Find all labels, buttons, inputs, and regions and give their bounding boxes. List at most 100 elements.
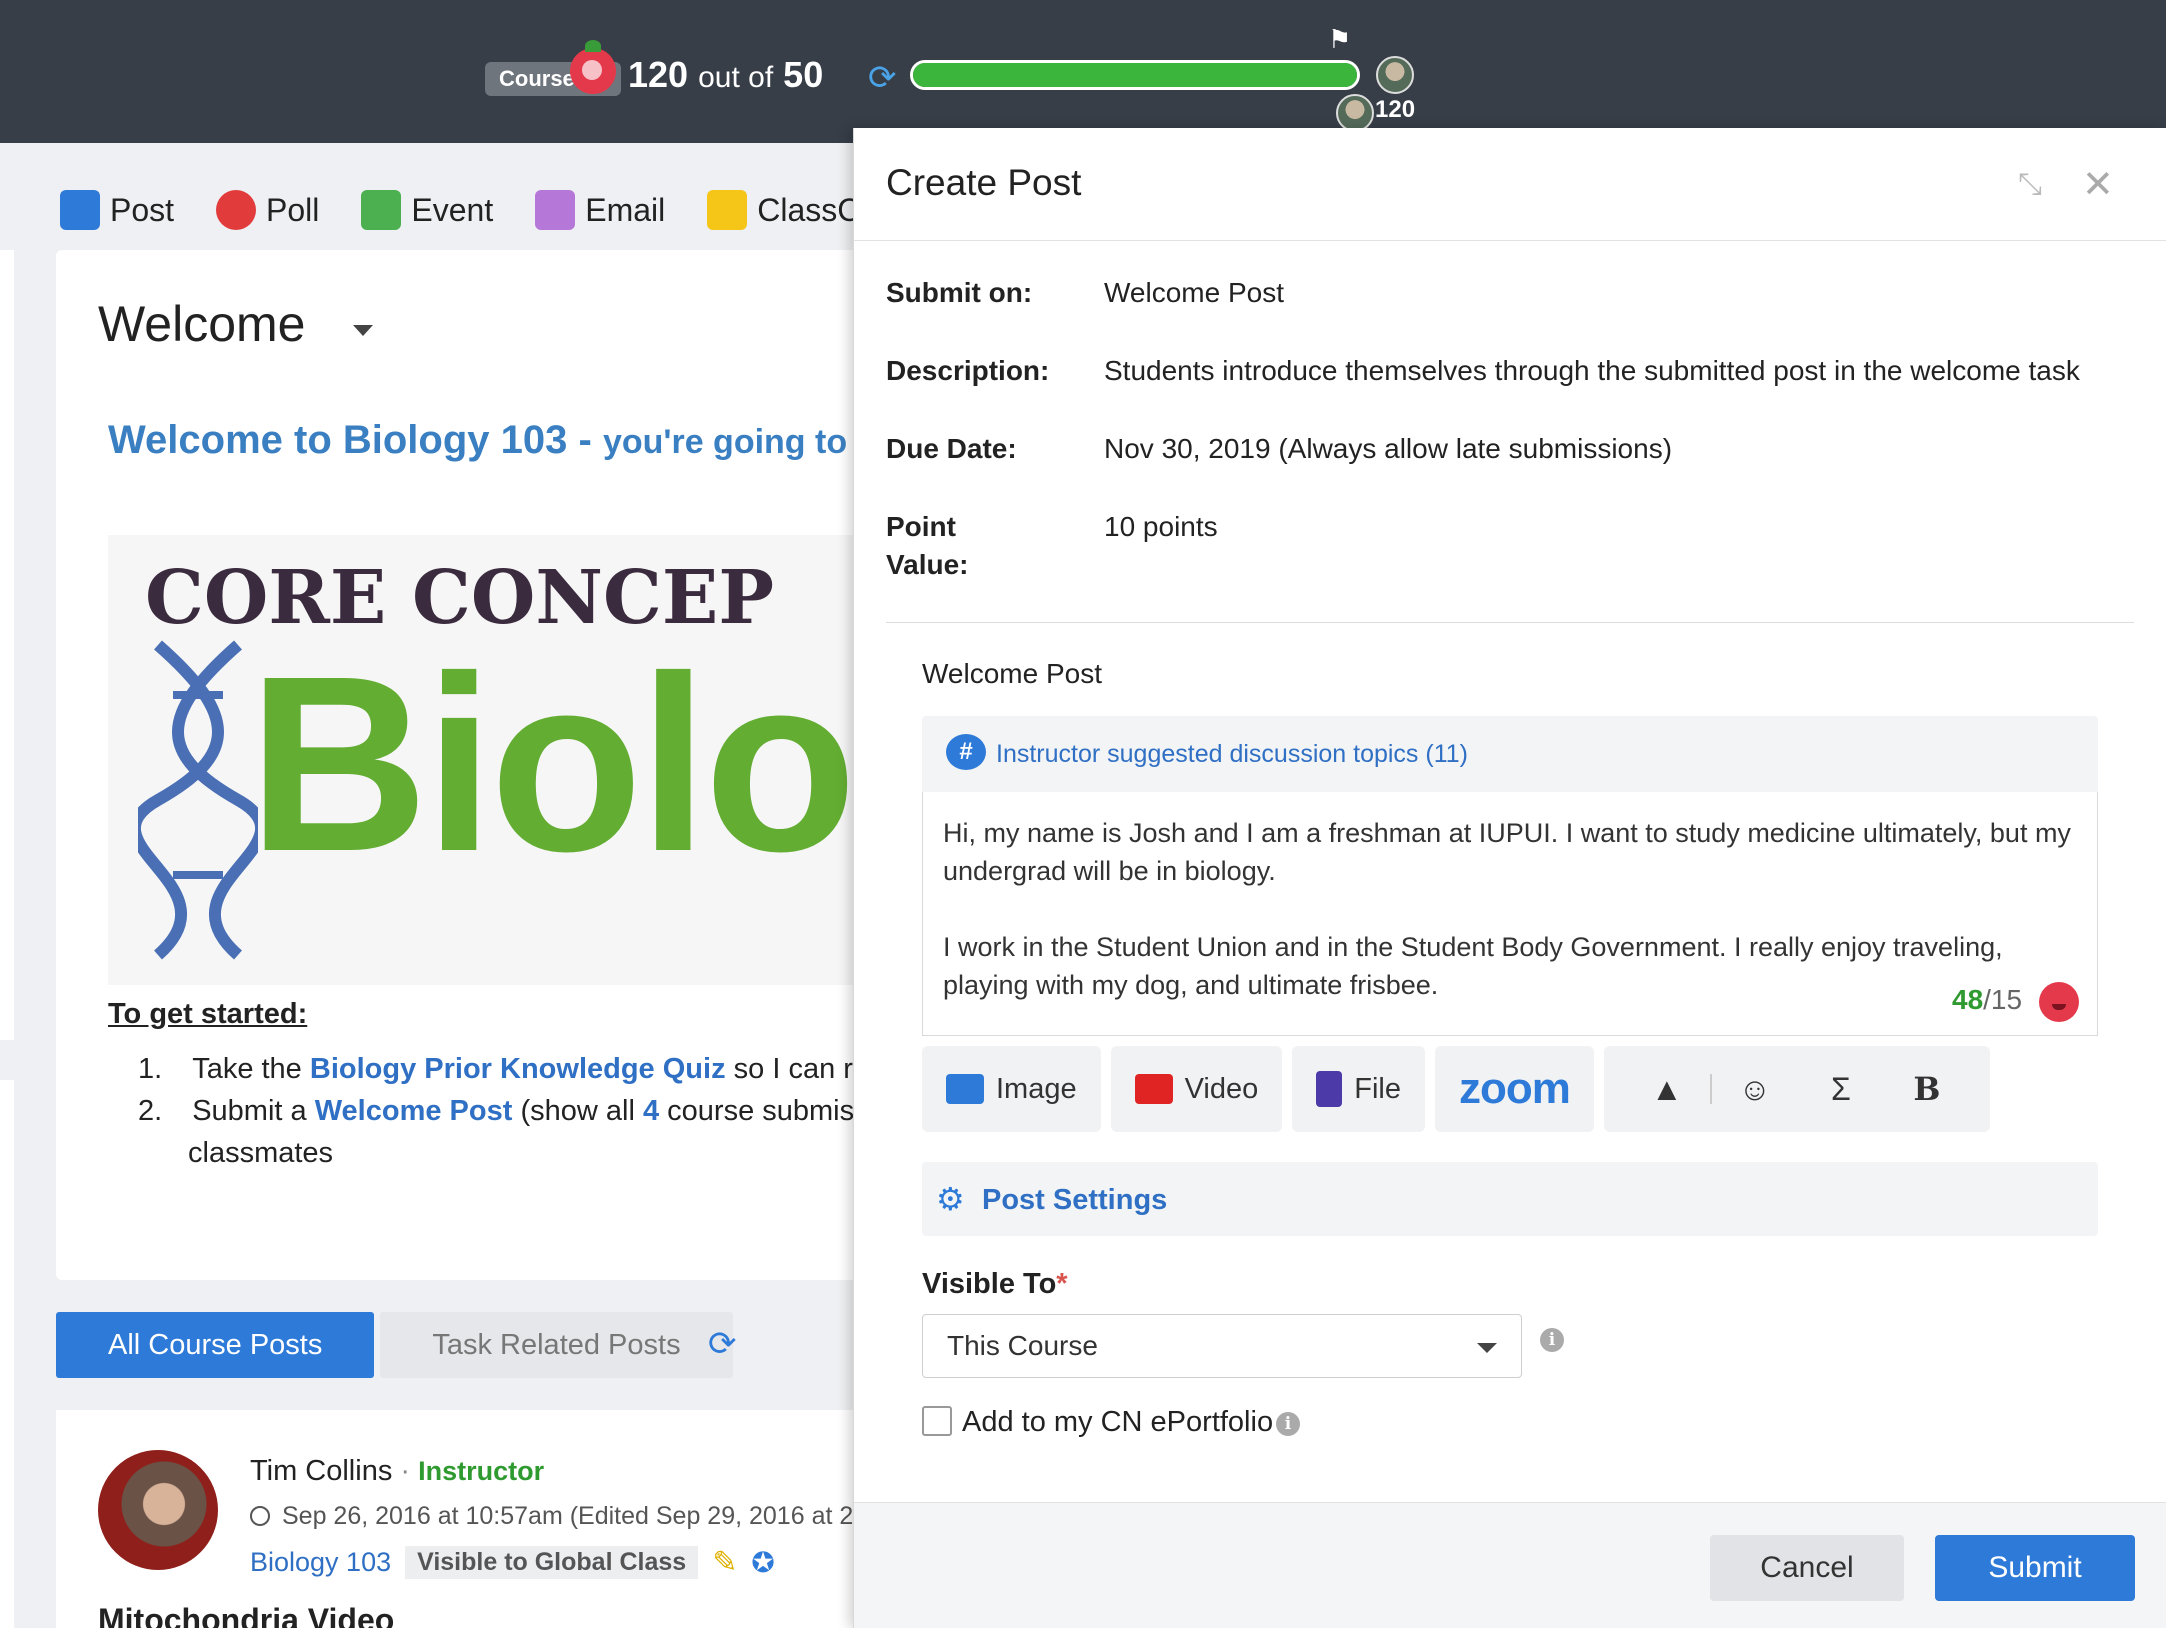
visible-to-text: Visible To <box>922 1268 1057 1300</box>
emoji-icon[interactable]: ☺ <box>1712 1071 1798 1108</box>
clock-icon <box>250 1506 270 1526</box>
post-title[interactable]: Mitochondria Video <box>98 1602 394 1628</box>
post-tags: Biology 103 Visible to Global Class ✎ ✪ <box>250 1545 775 1580</box>
due-date-value: Nov 30, 2019 (Always allow late submissi… <box>1104 433 1673 464</box>
toolbar-class-label: ClassC <box>757 191 861 228</box>
pomegranate-icon <box>570 40 616 94</box>
progress-fill <box>913 63 1357 87</box>
file-icon <box>1316 1071 1343 1107</box>
avatar[interactable] <box>98 1450 218 1570</box>
visible-to-value: This Course <box>947 1330 1098 1361</box>
image-button[interactable]: Image <box>922 1046 1101 1132</box>
chevron-down-icon[interactable] <box>353 325 373 336</box>
divider <box>854 240 2166 241</box>
divider <box>886 622 2134 623</box>
toolbar-class-call[interactable]: ClassC <box>707 190 860 230</box>
submit-on-value: Welcome Post <box>1104 277 1284 308</box>
toolbar-event[interactable]: Event <box>361 190 493 230</box>
author-role: Instructor <box>418 1456 545 1486</box>
refresh-icon[interactable]: ⟳ <box>868 58 897 98</box>
tab-task-related-posts[interactable]: Task Related Posts <box>380 1312 733 1378</box>
word-counter: 48/15 <box>1952 984 2022 1016</box>
toolbar-email[interactable]: Email <box>535 190 665 230</box>
post-icon <box>60 190 100 230</box>
user-avatar[interactable] <box>1376 56 1414 94</box>
sigma-icon[interactable]: Σ <box>1798 1071 1884 1108</box>
due-date-label: Due Date: <box>886 433 1017 464</box>
step-text: Submit a <box>192 1095 307 1127</box>
email-icon <box>535 190 576 230</box>
zoom-button[interactable]: zoom <box>1435 1046 1594 1132</box>
video-button-label: Video <box>1184 1072 1259 1105</box>
description-label: Description: <box>886 355 1050 386</box>
post-label: Welcome Post <box>922 658 1102 689</box>
word-count-current: 48 <box>1952 984 1984 1015</box>
file-button[interactable]: File <box>1292 1046 1425 1132</box>
chevron-down-icon <box>1477 1343 1497 1353</box>
compress-icon[interactable]: ⤡ <box>2018 168 2042 202</box>
modal-footer: Cancel Submit <box>854 1502 2166 1628</box>
word-count-target: /15 <box>1983 984 2023 1015</box>
description-value: Students introduce themselves through th… <box>1104 355 2080 386</box>
info-icon[interactable]: i <box>1276 1412 1300 1436</box>
discussion-topics-bar[interactable]: # Instructor suggested discussion topics… <box>922 716 2098 792</box>
step-number: 1. <box>138 1053 163 1085</box>
google-drive-icon[interactable]: ▲ <box>1624 1071 1710 1108</box>
user-avatar-secondary <box>1336 94 1374 132</box>
video-call-icon <box>707 190 748 230</box>
image-button-label: Image <box>996 1072 1077 1105</box>
info-icon[interactable]: i <box>1540 1328 1564 1352</box>
post-body-editor[interactable]: Hi, my name is Josh and I am a freshman … <box>922 792 2098 1036</box>
zoom-logo: zoom <box>1459 1064 1571 1113</box>
score-value: 120 <box>628 54 689 95</box>
ribbon-icon: ✪ <box>751 1547 775 1578</box>
author-name[interactable]: Tim Collins <box>250 1455 392 1487</box>
post-body-paragraph: I work in the Student Union and in the S… <box>943 932 2003 1000</box>
poll-icon <box>216 190 257 230</box>
image-icon <box>946 1074 984 1104</box>
post-timestamp: Sep 26, 2016 at 10:57am (Edited Sep 29, … <box>250 1502 853 1531</box>
step-text: course submiss <box>667 1095 869 1127</box>
finish-flag-icon: ⚑ <box>1328 24 1352 54</box>
tab-all-course-posts[interactable]: All Course Posts <box>56 1312 375 1378</box>
file-button-label: File <box>1354 1072 1401 1105</box>
left-panel <box>0 250 14 1040</box>
post-settings-label: Post Settings <box>982 1184 1168 1216</box>
left-panel-lower <box>0 1080 14 1628</box>
get-started-heading: To get started: <box>108 998 308 1030</box>
refresh-posts-icon[interactable]: ⟳ <box>708 1324 737 1364</box>
welcome-post-link[interactable]: Welcome Post <box>315 1095 513 1127</box>
list-item-continuation: classmates <box>138 1132 884 1174</box>
post-toolbar: Post Poll Event Email ClassC <box>60 180 860 240</box>
step-text: classmates <box>188 1137 334 1169</box>
format-toolbar: ▲ ☺ Σ B <box>1603 1046 1990 1132</box>
eportfolio-label[interactable]: Add to my CN ePortfolio <box>962 1406 1273 1439</box>
submit-button[interactable]: Submit <box>1935 1535 2135 1601</box>
welcome-heading-main: Welcome to Biology 103 - <box>108 418 592 462</box>
cancel-button[interactable]: Cancel <box>1710 1535 1904 1601</box>
step-text: Take the <box>192 1053 302 1085</box>
visible-to-label: Visible To* <box>922 1268 1068 1301</box>
toolbar-post[interactable]: Post <box>60 190 174 230</box>
list-item: 1. Take the Biology Prior Knowledge Quiz… <box>138 1048 884 1090</box>
visible-to-select[interactable]: This Course <box>922 1314 1522 1378</box>
quiz-link[interactable]: Biology Prior Knowledge Quiz <box>310 1053 726 1085</box>
discussion-topics-link[interactable]: Instructor suggested discussion topics (… <box>996 740 1468 769</box>
list-item: 2. Submit a Welcome Post (show all 4 cou… <box>138 1090 884 1132</box>
score-readout: 120 out of 50 <box>628 54 823 96</box>
top-bar: Course 120 out of 50 ⟳ ⚑ 120 <box>0 0 2166 143</box>
eportfolio-checkbox[interactable] <box>922 1406 952 1436</box>
post-settings-toggle[interactable]: ⚙ Post Settings <box>922 1162 2098 1236</box>
pomegranate-mascot-icon <box>2039 982 2079 1022</box>
author-separator: · <box>400 1455 411 1487</box>
bold-icon[interactable]: B <box>1884 1070 1970 1108</box>
close-icon[interactable]: ✕ <box>2082 162 2114 207</box>
modal-title: Create Post <box>886 162 1082 203</box>
toolbar-email-label: Email <box>585 191 666 228</box>
toolbar-poll[interactable]: Poll <box>216 190 319 230</box>
submissions-count-link[interactable]: 4 <box>643 1095 659 1127</box>
video-icon <box>1134 1074 1173 1104</box>
score-goal: 50 <box>783 54 824 95</box>
course-link[interactable]: Biology 103 <box>250 1547 391 1578</box>
video-button[interactable]: Video <box>1110 1046 1283 1132</box>
